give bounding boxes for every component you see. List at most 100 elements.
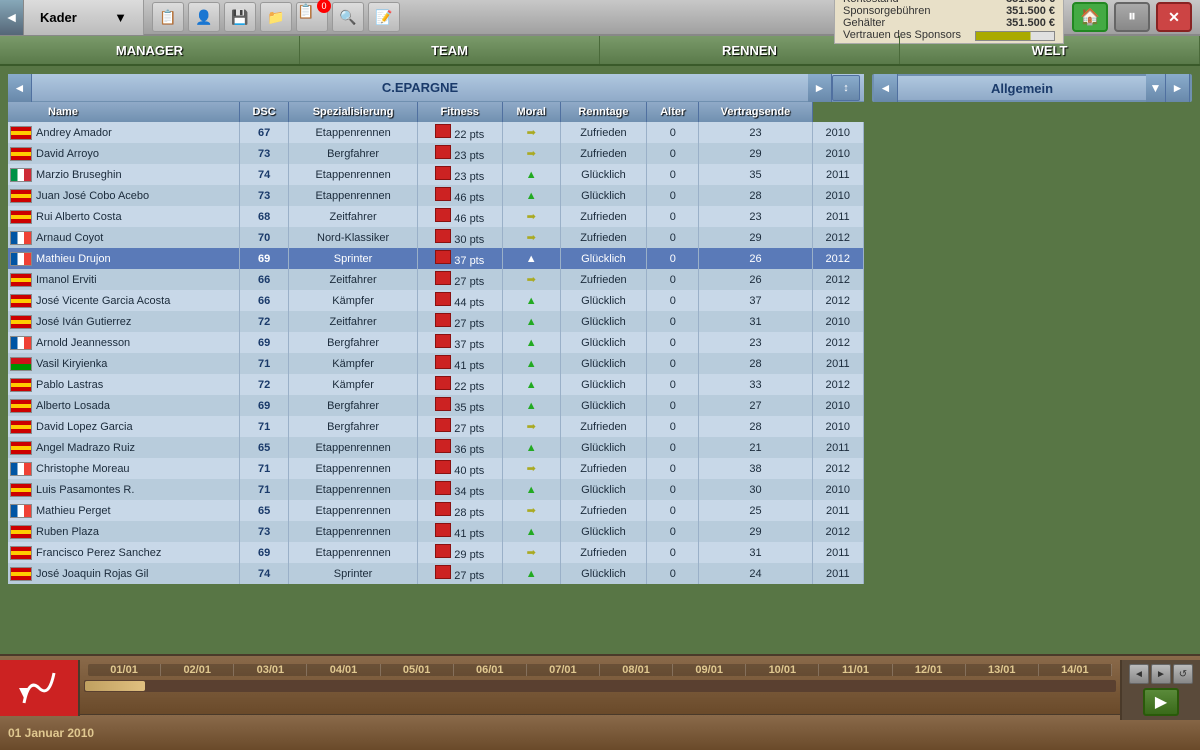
timeline-nav-right[interactable]: ►	[1151, 664, 1171, 684]
flag-fr	[10, 252, 32, 266]
table-row[interactable]: Mathieu Perget65Etappenrennen 28 pts➡Zuf…	[8, 500, 864, 521]
col-header-spec: Spezialisierung	[289, 102, 417, 122]
player-fitness: 41 pts	[417, 521, 502, 542]
table-row[interactable]: Ruben Plaza73Etappenrennen 41 pts▲Glückl…	[8, 521, 864, 542]
player-spec: Sprinter	[289, 563, 417, 584]
icon-profile[interactable]: 👤	[188, 2, 220, 32]
right-panel-nav-left[interactable]: ◄	[874, 74, 898, 102]
fitness-bar-icon	[435, 544, 451, 558]
timeline: 01/0102/0103/0104/0105/0106/0107/0108/01…	[0, 654, 1200, 714]
tab-welt[interactable]: WELT	[900, 36, 1200, 64]
table-row[interactable]: Imanol Erviti66Zeitfahrer 27 pts➡Zufried…	[8, 269, 864, 290]
player-name-cell: Imanol Erviti	[8, 269, 239, 290]
player-alter: 23	[699, 332, 812, 353]
player-moral: Zufrieden	[560, 122, 646, 143]
player-moral: Glücklich	[560, 311, 646, 332]
kader-dropdown[interactable]: Kader ▼	[24, 0, 144, 35]
player-spec: Zeitfahrer	[289, 206, 417, 227]
right-panel-nav-right[interactable]: ►	[1166, 74, 1190, 102]
tab-rennen[interactable]: RENNEN	[600, 36, 900, 64]
player-renntage: 0	[647, 122, 699, 143]
tab-manager[interactable]: MANAGER	[0, 36, 300, 64]
player-fitness: 41 pts	[417, 353, 502, 374]
table-row[interactable]: David Arroyo73Bergfahrer 23 pts➡Zufriede…	[8, 143, 864, 164]
player-name-cell: José Joaquin Rojas Gil	[8, 563, 239, 584]
left-panel-nav-right[interactable]: ►	[808, 74, 832, 102]
player-name: Alberto Losada	[36, 399, 110, 411]
play-icon: ▶	[1155, 692, 1167, 712]
icon-search[interactable]: 🔍	[332, 2, 364, 32]
table-row[interactable]: José Iván Gutierrez72Zeitfahrer 27 pts▲G…	[8, 311, 864, 332]
tab-team[interactable]: TEAM	[300, 36, 600, 64]
table-row[interactable]: Christophe Moreau71Etappenrennen 40 pts➡…	[8, 458, 864, 479]
player-spec: Zeitfahrer	[289, 269, 417, 290]
player-alter: 27	[699, 395, 812, 416]
squad-table: Name DSC Spezialisierung Fitness Moral R…	[8, 102, 864, 646]
timeline-nav-left[interactable]: ◄	[1129, 664, 1149, 684]
player-dsc: 68	[239, 206, 289, 227]
player-vertragsende: 2010	[812, 395, 863, 416]
month-label: 14/01	[1039, 664, 1112, 676]
icon-save[interactable]: 💾	[224, 2, 256, 32]
table-row[interactable]: Angel Madrazo Ruiz65Etappenrennen 36 pts…	[8, 437, 864, 458]
pause-button[interactable]: ⏸	[1114, 2, 1150, 32]
icon-badge[interactable]: 📋 0	[296, 2, 328, 32]
player-name-cell: David Lopez Garcia	[8, 416, 239, 437]
player-name-cell: Vasil Kiryienka	[8, 353, 239, 374]
table-row[interactable]: José Joaquin Rojas Gil74Sprinter 27 pts▲…	[8, 563, 864, 584]
left-panel-header: ◄ C.EPARGNE ► ↕	[8, 74, 864, 102]
table-row[interactable]: Juan José Cobo Acebo73Etappenrennen 46 p…	[8, 185, 864, 206]
fitness-bar-icon	[435, 145, 451, 159]
month-label: 11/01	[819, 664, 892, 676]
player-name: José Iván Gutierrez	[36, 315, 131, 327]
fitness-pts: 41 pts	[451, 360, 484, 372]
player-renntage: 0	[647, 395, 699, 416]
left-panel-sort-icon[interactable]: ↕	[832, 75, 860, 101]
status-bar: 01 Januar 2010	[0, 714, 1200, 750]
flag-es	[10, 273, 32, 287]
close-button[interactable]: ✕	[1156, 2, 1192, 32]
player-vertragsende: 2011	[812, 206, 863, 227]
left-panel-nav-left[interactable]: ◄	[8, 74, 32, 102]
player-name-cell: Mathieu Drujon	[8, 248, 239, 269]
table-row[interactable]: Vasil Kiryienka71Kämpfer 41 pts▲Glücklic…	[8, 353, 864, 374]
timeline-reset[interactable]: ↺	[1173, 664, 1193, 684]
table-row[interactable]: Arnaud Coyot70Nord-Klassiker 30 pts➡Zufr…	[8, 227, 864, 248]
player-name: Luis Pasamontes R.	[36, 483, 134, 495]
table-row[interactable]: Alberto Losada69Bergfahrer 35 pts▲Glückl…	[8, 395, 864, 416]
table-row[interactable]: Francisco Perez Sanchez69Etappenrennen 2…	[8, 542, 864, 563]
home-button[interactable]: 🏠	[1072, 2, 1108, 32]
flag-es	[10, 210, 32, 224]
player-trend: ➡	[502, 500, 560, 521]
table-row[interactable]: David Lopez Garcia71Bergfahrer 27 pts➡Zu…	[8, 416, 864, 437]
player-name-cell: Angel Madrazo Ruiz	[8, 437, 239, 458]
table-row[interactable]: Arnold Jeannesson69Bergfahrer 37 pts▲Glü…	[8, 332, 864, 353]
icon-folder[interactable]: 📁	[260, 2, 292, 32]
player-trend: ▲	[502, 248, 560, 269]
nav-left-arrow[interactable]: ◄	[0, 0, 24, 35]
player-spec: Etappenrennen	[289, 437, 417, 458]
right-panel-dropdown-arrow[interactable]: ▼	[1146, 74, 1166, 102]
icon-clipboard[interactable]: 📋	[152, 2, 184, 32]
table-row[interactable]: Andrey Amador67Etappenrennen 22 pts➡Zufr…	[8, 122, 864, 143]
table-header-row: Name DSC Spezialisierung Fitness Moral R…	[8, 102, 864, 122]
table-row[interactable]: Mathieu Drujon69Sprinter 37 pts▲Glücklic…	[8, 248, 864, 269]
table-row[interactable]: Pablo Lastras72Kämpfer 22 pts▲Glücklich0…	[8, 374, 864, 395]
player-dsc: 69	[239, 542, 289, 563]
player-vertragsende: 2011	[812, 353, 863, 374]
table-row[interactable]: Luis Pasamontes R.71Etappenrennen 34 pts…	[8, 479, 864, 500]
left-panel-title: C.EPARGNE	[32, 80, 808, 95]
player-name-cell: José Iván Gutierrez	[8, 311, 239, 332]
player-vertragsende: 2010	[812, 122, 863, 143]
player-renntage: 0	[647, 500, 699, 521]
player-alter: 26	[699, 248, 812, 269]
player-trend: ▲	[502, 353, 560, 374]
fitness-bar-icon	[435, 124, 451, 138]
table-row[interactable]: Marzio Bruseghin74Etappenrennen 23 pts▲G…	[8, 164, 864, 185]
player-name: Christophe Moreau	[36, 462, 130, 474]
flag-by	[10, 357, 32, 371]
table-row[interactable]: José Vicente Garcia Acosta66Kämpfer 44 p…	[8, 290, 864, 311]
timeline-play-button[interactable]: ▶	[1143, 688, 1179, 716]
icon-notes[interactable]: 📝	[368, 2, 400, 32]
table-row[interactable]: Rui Alberto Costa68Zeitfahrer 46 pts➡Zuf…	[8, 206, 864, 227]
